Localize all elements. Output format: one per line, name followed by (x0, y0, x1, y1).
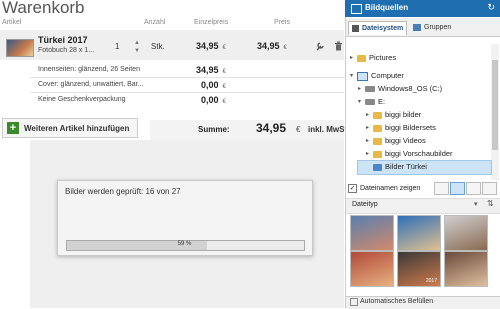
chevron-down-icon[interactable]: ▾ (474, 200, 478, 208)
chevron-up-icon[interactable]: ▲ (134, 39, 140, 47)
chevron-right-icon[interactable]: ▸ (358, 83, 365, 95)
header-quantity: Anzahl (144, 19, 166, 26)
folder-icon (373, 150, 382, 158)
progress-message: Bilder werden geprüft: 16 von 27 (65, 187, 181, 196)
tree-item-computer[interactable]: ▾ Computer (350, 70, 404, 82)
tree-item-pictures[interactable]: ▸ Pictures (350, 52, 396, 64)
view-grid-large-button[interactable] (482, 182, 497, 195)
tree-item-biggi-bilder[interactable]: ▸ biggi bilder (366, 109, 421, 121)
folder-icon (373, 111, 382, 119)
tax-label: inkl. MwSt. (308, 125, 350, 134)
panel-title: Bildquellen (365, 3, 409, 12)
total-price: 34,95 € (257, 41, 287, 51)
group-icon (413, 24, 421, 31)
computer-icon (357, 71, 368, 81)
page-title: Warenkorb (2, 0, 85, 17)
header-price: Preis (274, 19, 290, 26)
folder-icon (357, 54, 366, 62)
sort-select[interactable]: Dateityp (352, 201, 378, 208)
trash-icon[interactable] (334, 41, 343, 51)
chevron-right-icon[interactable]: ▸ (350, 52, 357, 64)
product-thumbnail[interactable] (6, 39, 34, 57)
tree-scrollbar-thumb[interactable] (492, 60, 498, 150)
tree-item-biggi-vorschaubilder[interactable]: ▸ biggi Vorschaubilder (366, 148, 453, 160)
panel-tabs: Dateisystem Gruppen (346, 18, 500, 37)
checkmark-icon[interactable]: ✓ (348, 184, 357, 193)
image-thumbnail[interactable] (350, 251, 394, 287)
option-inner-pages: Innenseiten: glänzend, 26 Seiten (38, 66, 140, 73)
chevron-right-icon[interactable]: ▸ (366, 109, 373, 121)
tree-item-biggi-bildersets[interactable]: ▸ biggi Bildersets (366, 122, 436, 134)
chevron-down-icon[interactable]: ▾ (350, 70, 357, 82)
drive-icon (365, 86, 375, 92)
tree-item-e-drive[interactable]: ▾ E: (358, 96, 385, 108)
image-thumbnail[interactable] (444, 251, 488, 287)
tab-filesystem[interactable]: Dateisystem (348, 21, 408, 35)
view-grid-medium-button[interactable] (466, 182, 481, 195)
divider (30, 92, 344, 93)
panel-icon (351, 4, 362, 14)
view-list-button[interactable] (434, 182, 449, 195)
quantity-unit: Stk. (151, 42, 165, 51)
tab-groups[interactable]: Gruppen (410, 21, 454, 34)
auto-fill-icon (350, 298, 358, 306)
tree-item-bilder-tuerkei[interactable]: Bilder Türkei (366, 161, 427, 173)
tree-item-biggi-videos[interactable]: ▸ biggi Videos (366, 135, 426, 147)
tree-item-windows-drive[interactable]: ▸ Windows8_OS (C:) (358, 83, 442, 95)
option-gift-wrap: Keine Geschenkverpackung (38, 96, 126, 103)
add-article-label: Weiteren Artikel hinzufügen (24, 123, 130, 133)
chevron-down-icon[interactable]: ▾ (358, 96, 365, 108)
quantity-value[interactable]: 1 (115, 42, 119, 51)
image-thumbnail[interactable]: 2017 (397, 251, 441, 287)
unit-price: 34,95 € (196, 41, 226, 51)
header-article: Artikel (2, 19, 22, 26)
hdd-icon (352, 25, 359, 32)
folder-open-icon (373, 163, 382, 171)
folder-icon (373, 137, 382, 145)
image-thumbnail[interactable] (444, 215, 488, 251)
chevron-right-icon[interactable]: ▸ (366, 122, 373, 134)
show-filenames-checkbox[interactable]: ✓ Dateinamen zeigen (348, 184, 420, 193)
progress-label: 59 % (177, 241, 192, 247)
option-cover-value: 0,00 € (201, 80, 226, 90)
sum-value: 34,95 (256, 121, 287, 135)
plus-icon: + (7, 122, 19, 134)
image-thumbnail[interactable] (350, 215, 394, 251)
image-thumbnail[interactable] (397, 215, 441, 251)
drive-icon (365, 99, 375, 105)
product-name[interactable]: Türkei 2017 (38, 35, 88, 45)
folder-tree: ▸ Pictures ▾ Computer ▸ Windows8_OS (C:) ▾ E… (346, 44, 490, 180)
sum-label: Summe: (198, 125, 230, 134)
divider (30, 77, 344, 78)
auto-fill-label: Automatisches Befüllen (360, 298, 434, 305)
thumbnail-caption: 2017 (425, 278, 437, 284)
quantity-stepper[interactable]: ▲ ▼ (134, 39, 140, 55)
folder-icon (373, 124, 382, 132)
option-inner-pages-value: 34,95 € (196, 65, 226, 75)
sum-currency: € (296, 125, 301, 134)
add-article-button[interactable]: + Weiteren Artikel hinzufügen (2, 118, 138, 138)
option-gift-wrap-value: 0,00 € (201, 95, 226, 105)
chevron-right-icon[interactable]: ▸ (366, 148, 373, 160)
refresh-icon[interactable]: ↻ (487, 2, 495, 13)
auto-fill-bar[interactable]: Automatisches Befüllen (346, 296, 500, 309)
product-subtitle: Fotobuch 28 x 1... (38, 47, 95, 54)
sort-order-icon[interactable]: ⇅ (487, 199, 494, 208)
option-cover: Cover: glänzend, unwattiert, Bar... (38, 81, 144, 88)
view-grid-small-button[interactable] (450, 182, 465, 195)
chevron-down-icon[interactable]: ▼ (134, 47, 140, 55)
header-unit-price: Einzelpreis (194, 19, 229, 26)
wrench-icon[interactable] (315, 41, 325, 51)
panel-titlebar: Bildquellen ↻ (345, 0, 500, 17)
chevron-right-icon[interactable]: ▸ (366, 135, 373, 147)
